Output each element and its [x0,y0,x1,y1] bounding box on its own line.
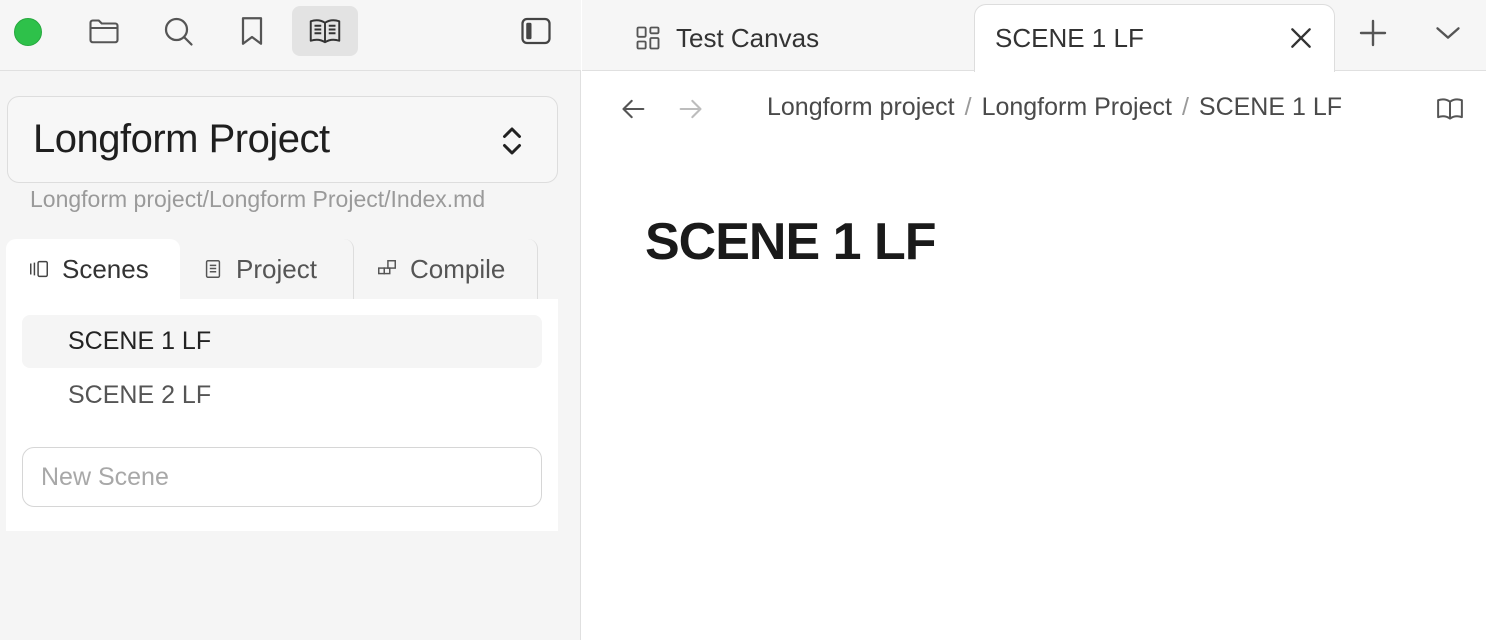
tab-label: SCENE 1 LF [995,23,1144,53]
scene-item[interactable]: SCENE 2 LF [22,369,542,422]
arrow-right-icon[interactable] [676,95,704,123]
bookmarks-button[interactable] [219,6,285,56]
canvas-grid-icon [636,26,660,50]
reading-view-icon[interactable] [1434,94,1466,124]
project-name: Longform Project [33,117,330,161]
breadcrumb: Longform project / Longform Project / SC… [767,93,1342,122]
close-icon[interactable] [1288,25,1314,51]
tab-project[interactable]: Project [180,239,354,299]
plus-icon[interactable] [1357,17,1389,49]
window-close-dot[interactable] [14,18,42,46]
bookmark-icon [241,17,263,45]
scene-item-label: SCENE 2 LF [68,381,212,409]
search-icon [164,17,193,46]
project-icon [205,260,221,278]
sidebar-toggle-icon [521,17,551,45]
project-selector[interactable]: Longform Project [7,96,558,183]
longform-tabs: Scenes Project Compile [6,239,558,299]
project-path: Longform project/Longform Project/Index.… [30,186,486,212]
app-window: Longform Project Longform project/Longfo… [0,0,1486,640]
search-button[interactable] [145,6,211,56]
breadcrumb-separator: / [1181,93,1189,121]
chevron-updown-icon [503,127,521,155]
breadcrumb-item[interactable]: SCENE 1 LF [1199,93,1342,122]
breadcrumb-item[interactable]: Longform project [767,93,955,122]
breadcrumb-item[interactable]: Longform Project [982,93,1172,122]
breadcrumb-separator: / [964,93,972,121]
compile-icon [378,260,396,275]
scene-item-label: SCENE 1 LF [68,327,212,355]
scenes-panel: SCENE 1 LF SCENE 2 LF [6,299,558,531]
tab-scenes[interactable]: Scenes [6,239,180,299]
left-sidebar: Longform Project Longform project/Longfo… [0,0,581,640]
tab-label: Test Canvas [676,22,820,53]
file-explorer-button[interactable] [71,6,137,56]
sidebar-ribbon [0,0,581,71]
tab-scene-1-lf[interactable]: SCENE 1 LF [974,4,1335,72]
longform-button[interactable] [292,6,358,56]
tab-scenes-label: Scenes [62,253,149,284]
new-scene-input[interactable] [22,447,542,507]
chevron-down-icon[interactable] [1434,22,1462,44]
scene-item[interactable]: SCENE 1 LF [22,315,542,368]
folder-icon [89,19,119,44]
document-title: SCENE 1 LF [645,213,936,271]
scenes-icon [30,260,48,278]
book-open-icon [309,19,341,44]
tab-test-canvas[interactable]: Test Canvas [634,5,964,71]
tab-compile[interactable]: Compile [354,239,538,299]
editor-tab-bar: Test Canvas SCENE 1 LF [582,0,1486,72]
collapse-sidebar-button[interactable] [503,6,569,56]
tab-compile-label: Compile [410,253,506,284]
tab-project-label: Project [236,253,317,284]
arrow-left-icon[interactable] [620,95,648,123]
